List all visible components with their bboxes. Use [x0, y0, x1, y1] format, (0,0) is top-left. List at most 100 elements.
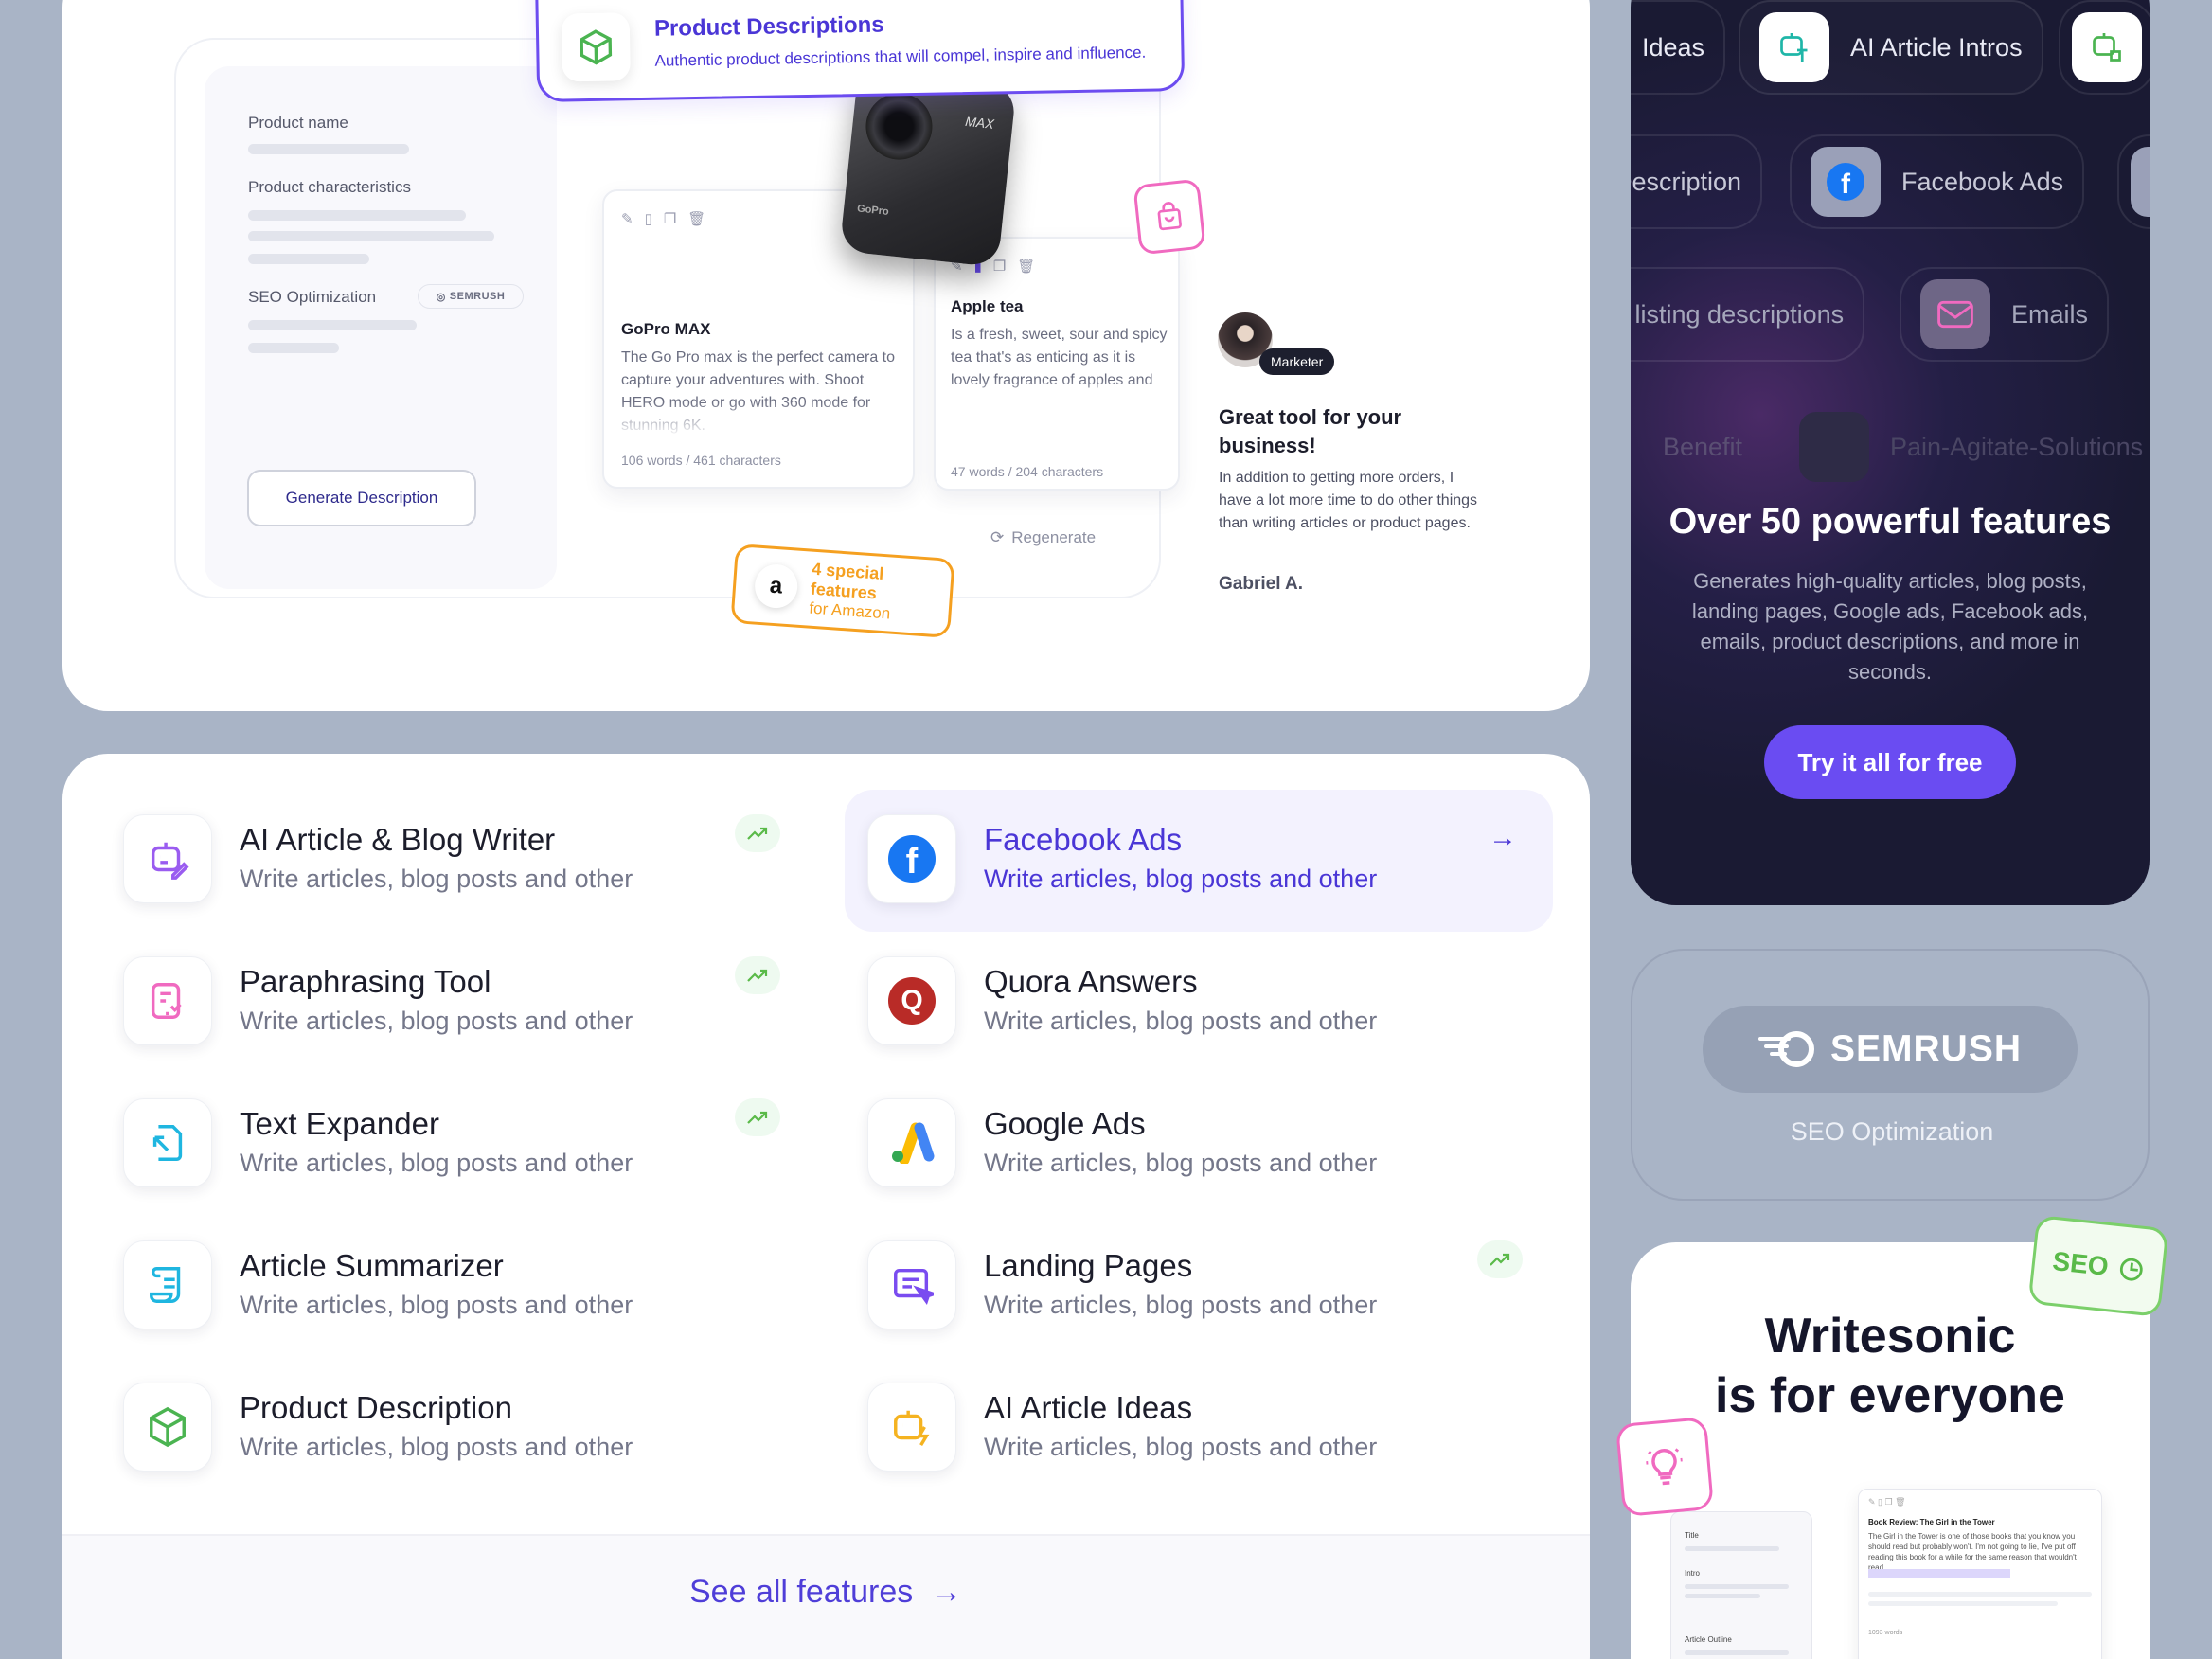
arrow-right-icon: → — [1489, 822, 1517, 853]
pill-pain-agitate-solutions[interactable]: Pain-Agitate-Solutions — [1778, 400, 2150, 494]
seo-field-line[interactable] — [248, 320, 417, 330]
copy-icon[interactable]: ❐ — [993, 258, 1006, 275]
card-meta: 47 words / 204 characters — [951, 464, 1104, 479]
quora-icon: Q — [867, 956, 956, 1045]
product-characteristics-label: Product characteristics — [248, 178, 411, 196]
feature-ai-article-ideas[interactable]: AI Article Ideas Write articles, blog po… — [845, 1358, 1553, 1500]
pill-label: AI Article Intros — [1850, 32, 2023, 62]
feature-subtitle: Write articles, blog posts and other — [984, 1291, 1378, 1319]
feature-subtitle: Write articles, blog posts and other — [240, 1007, 633, 1035]
testimonial-author: Gabriel A. — [1219, 574, 1304, 594]
feature-subtitle: Write articles, blog posts and other — [984, 1007, 1378, 1035]
pill-emails[interactable]: Emails — [1900, 267, 2110, 362]
pill-label: Description — [1631, 167, 1742, 196]
mini-form-preview: Title Intro Article Outline — [1670, 1511, 1812, 1659]
seo-optimization-label: SEO Optimization — [248, 288, 377, 306]
mini-article-preview: ✎ ▯ ❐ 🗑 Book Review: The Girl in the Tow… — [1858, 1489, 2102, 1659]
characteristics-field-line[interactable] — [248, 210, 466, 221]
writesonic-title-line2: is for everyone — [1715, 1368, 2065, 1423]
seo-badge: SEO — [2027, 1214, 2169, 1318]
result-card-apple-tea[interactable]: ✎ ▮ ❐ 🗑 Apple tea Is a fresh, sweet, sou… — [934, 237, 1180, 491]
feature-title: AI Article Ideas — [984, 1390, 1193, 1425]
seo-field-line — [248, 343, 339, 353]
feature-landing-pages[interactable]: Landing Pages Write articles, blog posts… — [845, 1216, 1553, 1358]
writesonic-title: Writesonic is for everyone — [1631, 1307, 2150, 1426]
product-name-label: Product name — [248, 114, 348, 132]
facebook-icon: f — [1811, 147, 1881, 217]
trending-icon — [735, 1098, 780, 1136]
feature-title: Text Expander — [240, 1106, 439, 1141]
promo-description: Generates high-quality articles, blog po… — [1691, 569, 2089, 684]
semrush-card: SEMRUSH SEO Optimization — [1631, 949, 2150, 1201]
amazon-features-badge: a 4 special features for Amazon — [730, 544, 955, 638]
feature-article-summarizer[interactable]: Article Summarizer Write articles, blog … — [62, 1216, 771, 1358]
lightbulb-icon — [1614, 1417, 1715, 1517]
paraphrase-icon — [123, 956, 212, 1045]
feature-product-description[interactable]: Product Description Write articles, blog… — [62, 1358, 771, 1500]
mini-field — [1685, 1650, 1789, 1655]
card-title: Apple tea — [951, 297, 1024, 315]
trash-icon[interactable]: 🗑 — [1017, 258, 1035, 275]
product-descriptions-banner[interactable]: Product Descriptions Authentic product d… — [534, 0, 1186, 102]
mini-meta: 1093 words — [1868, 1630, 1903, 1636]
characteristics-field-line — [248, 254, 369, 264]
clock-chart-icon — [2119, 1258, 2143, 1281]
feature-facebook-ads[interactable]: f Facebook Ads Write articles, blog post… — [845, 790, 1553, 932]
feature-subtitle: Write articles, blog posts and other — [984, 1149, 1378, 1177]
feature-subtitle: Write articles, blog posts and other — [240, 1433, 633, 1461]
pill-facebook-ads[interactable]: f Facebook Ads — [1790, 134, 2085, 229]
pill-partial[interactable] — [2059, 0, 2150, 95]
robot-text-icon — [1759, 12, 1829, 82]
feature-title: Article Summarizer — [240, 1248, 504, 1283]
mini-highlight — [1868, 1569, 2010, 1578]
pill-benefit[interactable]: Benefit — [1631, 400, 1763, 494]
card-text: Is a fresh, sweet, sour and spicy tea th… — [951, 327, 1168, 388]
trending-icon — [1477, 1240, 1523, 1278]
pill-listing-descriptions[interactable]: e listing descriptions — [1631, 267, 1865, 362]
product-name-field[interactable] — [248, 144, 409, 154]
feature-title: Google Ads — [984, 1106, 1146, 1141]
role-badge: Marketer — [1259, 348, 1335, 375]
feature-text-expander[interactable]: Text Expander Write articles, blog posts… — [62, 1074, 780, 1216]
writesonic-title-line1: Writesonic — [1764, 1309, 2016, 1364]
trash-icon[interactable]: 🗑 — [687, 210, 705, 227]
feature-title: Quora Answers — [984, 964, 1198, 999]
camera-logo: GoPro — [856, 203, 890, 218]
gopro-camera-image: MAX GoPro — [839, 69, 1017, 268]
card-toolbar: ✎ ▯ ❐ 🗑 — [621, 210, 705, 227]
feature-paraphrasing-tool[interactable]: Paraphrasing Tool Write articles, blog p… — [62, 932, 780, 1074]
see-all-features-link[interactable]: See all features → — [689, 1574, 962, 1611]
feature-quora-answers[interactable]: Q Quora Answers Write articles, blog pos… — [845, 932, 1553, 1074]
pill-ai-article-intros[interactable]: AI Article Intros — [1739, 0, 2043, 95]
feature-subtitle: Write articles, blog posts and other — [240, 1149, 633, 1177]
regenerate-button[interactable]: ⟳ Regenerate — [990, 528, 1096, 547]
pill-description[interactable]: Description — [1631, 134, 1763, 229]
try-free-button[interactable]: Try it all for free — [1764, 725, 2016, 799]
feature-google-ads[interactable]: Google Ads Write articles, blog posts an… — [845, 1074, 1553, 1216]
feature-subtitle: Write articles, blog posts and other — [240, 1291, 633, 1319]
pill-ideas[interactable]: Ideas — [1631, 0, 1726, 95]
pill-partial[interactable] — [2117, 134, 2150, 229]
semrush-subtitle: SEO Optimization — [1790, 1117, 1994, 1146]
feature-title: Landing Pages — [984, 1248, 1193, 1283]
semrush-logo-icon: ◎ — [436, 291, 446, 303]
mini-label: Title — [1685, 1531, 1699, 1540]
mini-field — [1685, 1594, 1760, 1598]
feature-title: Facebook Ads — [984, 822, 1183, 857]
banner-title: Product Descriptions — [653, 11, 884, 42]
copy-icon[interactable]: ❐ — [664, 210, 676, 227]
seo-badge-label: SEO — [2051, 1246, 2111, 1282]
generate-description-button[interactable]: Generate Description — [247, 470, 476, 526]
mini-toolbar-icons: ✎ ▯ ❐ 🗑 — [1868, 1497, 1906, 1507]
feature-title: Product Description — [240, 1390, 512, 1425]
bookmark-icon[interactable]: ▯ — [645, 210, 652, 227]
scroll-icon — [123, 1240, 212, 1329]
feature-ai-article-blog-writer[interactable]: AI Article & Blog Writer Write articles,… — [62, 790, 780, 932]
box-icon — [123, 1382, 212, 1472]
robot-idea-icon — [867, 1382, 956, 1472]
edit-icon[interactable]: ✎ — [621, 210, 633, 227]
semrush-fire-icon — [1757, 1031, 1814, 1067]
mini-field — [1685, 1546, 1779, 1551]
card-meta: 106 words / 461 characters — [621, 453, 781, 468]
mini-field — [1868, 1601, 2058, 1606]
